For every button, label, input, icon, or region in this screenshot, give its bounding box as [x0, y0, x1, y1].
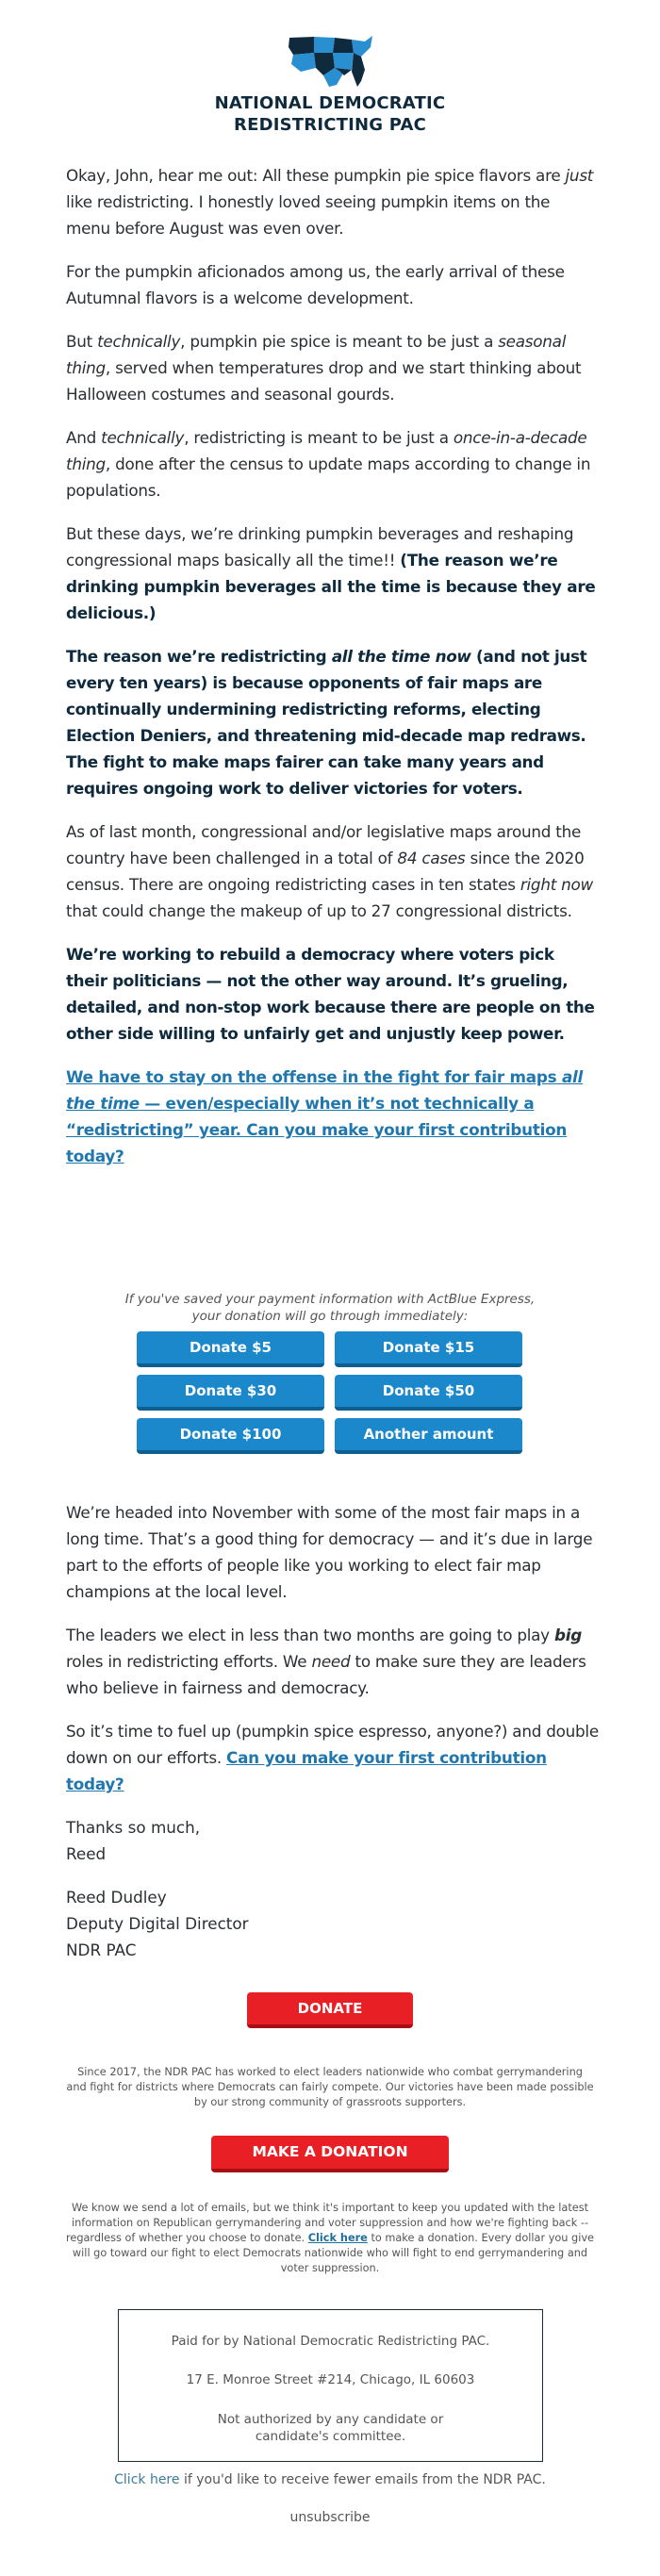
paragraph: For the pumpkin aficionados among us, th…: [66, 262, 565, 307]
signature-title: Deputy Digital Director: [66, 1914, 249, 1933]
address: 17 E. Monroe Street #214, Chicago, IL 60…: [186, 2372, 475, 2387]
paragraph: As of last month, congressional and/or l…: [66, 822, 594, 920]
donate-5-button[interactable]: Donate $5: [137, 1331, 324, 1367]
fewer-emails-link[interactable]: Click here: [114, 2472, 179, 2487]
paragraph: The reason we’re redistricting all the t…: [66, 647, 587, 798]
org-name-line-2: REDISTRICTING PAC: [234, 115, 426, 135]
signature-name: Reed Dudley: [66, 1888, 167, 1907]
paragraph: But technically, pumpkin pie spice is me…: [66, 332, 582, 404]
closing: Thanks so much, Reed: [66, 1814, 599, 1867]
signature: Reed Dudley Deputy Digital Director NDR …: [66, 1884, 599, 1963]
donate-50-button[interactable]: Donate $50: [335, 1375, 522, 1411]
fewer-emails: Click here if you'd like to receive fewe…: [114, 2472, 546, 2487]
email-body: Okay, John, hear me out: All these pumpk…: [66, 162, 599, 1186]
donate-15-button[interactable]: Donate $15: [335, 1331, 522, 1367]
not-authorized: Not authorized by any candidate or candi…: [217, 2412, 444, 2444]
donate-30-button[interactable]: Donate $30: [137, 1375, 324, 1411]
closing-name: Reed: [66, 1844, 107, 1863]
actblue-note: If you've saved your payment information…: [124, 1292, 536, 1324]
paragraph: So it’s time to fuel up (pumpkin spice e…: [66, 1722, 599, 1793]
closing-line: Thanks so much,: [66, 1818, 201, 1837]
paragraph: The leaders we elect in less than two mo…: [66, 1626, 586, 1697]
contribution-link[interactable]: We have to stay on the offense in the fi…: [66, 1064, 599, 1169]
email-body-continued: We’re headed into November with some of …: [66, 1499, 599, 1980]
org-name: NATIONAL DEMOCRATIC REDISTRICTING PAC: [0, 92, 660, 136]
disclaimer-box: Paid for by National Democratic Redistri…: [118, 2309, 543, 2462]
about-text: Since 2017, the NDR PAC has worked to el…: [66, 2066, 594, 2108]
paragraph: We’re headed into November with some of …: [66, 1503, 593, 1601]
make-donation-button[interactable]: MAKE A DONATION: [211, 2136, 449, 2172]
donate-button[interactable]: DONATE: [247, 1992, 413, 2028]
org-name-line-1: NATIONAL DEMOCRATIC: [214, 93, 446, 113]
paragraph: But these days, we’re drinking pumpkin b…: [66, 524, 596, 622]
click-here-donate-link[interactable]: Click here: [308, 2232, 368, 2244]
paragraph: And technically, redistricting is meant …: [66, 428, 591, 500]
another-amount-button[interactable]: Another amount: [335, 1418, 522, 1454]
donate-100-button[interactable]: Donate $100: [137, 1418, 324, 1454]
emails-note: We know we send a lot of emails, but we …: [65, 2202, 594, 2274]
unsubscribe-link[interactable]: unsubscribe: [0, 2510, 660, 2525]
paragraph: Okay, John, hear me out: All these pumpk…: [66, 166, 594, 238]
paragraph: We’re working to rebuild a democracy whe…: [66, 945, 595, 1043]
us-map-puzzle-icon: [288, 36, 372, 87]
paid-for-by: Paid for by National Democratic Redistri…: [171, 2334, 490, 2349]
signature-org: NDR PAC: [66, 1940, 137, 1959]
email-header: NATIONAL DEMOCRATIC REDISTRICTING PAC: [0, 34, 660, 136]
